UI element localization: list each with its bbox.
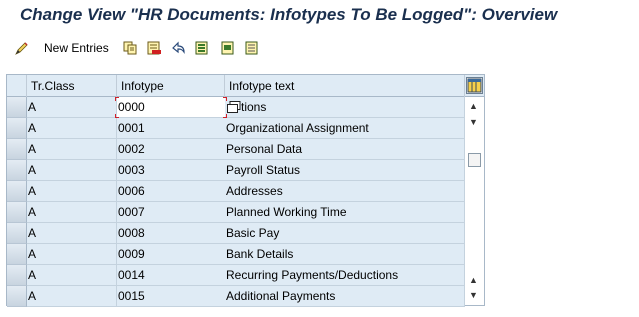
row-selector[interactable] [7,223,27,244]
table-settings-icon [467,78,482,93]
value-help-icon[interactable] [227,101,241,114]
infotype-text-cell: Personal Data [225,139,465,160]
infotype-text-cell: Recurring Payments/Deductions [225,265,465,286]
infotype-input[interactable]: 0000 [117,97,227,118]
tr-class-cell: A [27,160,117,181]
infotype-text-cell: Bank Details [225,244,465,265]
title-bar: Change View "HR Documents: Infotypes To … [0,0,639,34]
tr-class-cell: A [27,97,117,118]
infotype-text-cell: Basic Pay [225,223,465,244]
change-display-icon [14,40,30,56]
tr-class-cell: A [27,202,117,223]
table-row: A 0014 Recurring Payments/Deductions [7,265,465,286]
infotype-text-cell: Addresses [225,181,465,202]
table-row: A 0001 Organizational Assignment [7,118,465,139]
infotype-cell: 0002 [117,139,227,160]
table-row: A 0003 Payroll Status [7,160,465,181]
table-row: A 0002 Personal Data [7,139,465,160]
page-title: Change View "HR Documents: Infotypes To … [20,5,558,24]
tr-class-cell: A [27,139,117,160]
undo-icon [170,40,186,56]
table-row: A 0006 Addresses [7,181,465,202]
table-row: A 0008 Basic Pay [7,223,465,244]
row-selector[interactable] [7,181,27,202]
change-display-button[interactable] [14,38,30,58]
delete-icon [146,40,162,56]
infotype-cell: 0001 [117,118,227,139]
copy-as-button[interactable] [122,38,138,58]
application-toolbar: New Entries [0,34,639,62]
deselect-all-button[interactable] [244,38,260,58]
scroll-page-up-icon[interactable]: ▲ [469,275,478,285]
tr-class-cell: A [27,223,117,244]
row-selector[interactable] [7,265,27,286]
infotype-cell: 0014 [117,265,227,286]
select-all-icon [194,40,210,56]
infotype-text-cell: Additional Payments [225,286,465,307]
infotype-text-cell: Planned Working Time [225,202,465,223]
infotype-text-cell: Organizational Assignment [225,118,465,139]
table-row: A 0007 Planned Working Time [7,202,465,223]
infotype-cell: 0007 [117,202,227,223]
select-block-icon [220,40,236,56]
select-block-button[interactable] [220,38,236,58]
delete-button[interactable] [146,38,162,58]
scroll-page-down-icon[interactable]: ▼ [469,290,478,300]
tr-class-cell: A [27,118,117,139]
undo-change-button[interactable] [170,38,186,58]
table-header: Tr.Class Infotype Infotype text [7,75,484,97]
row-selector[interactable] [7,97,27,118]
table-row: A 0009 Bank Details [7,244,465,265]
row-selector[interactable] [7,202,27,223]
tr-class-cell: A [27,265,117,286]
scroll-down-icon[interactable]: ▼ [469,117,478,127]
row-selector[interactable] [7,139,27,160]
select-all-button[interactable] [194,38,210,58]
column-header-infotype[interactable]: Infotype [117,75,225,97]
copy-icon [122,40,138,56]
tr-class-cell: A [27,181,117,202]
scroll-up-icon[interactable]: ▲ [469,101,478,111]
infotype-cell: 0015 [117,286,227,307]
infotype-cell: 0008 [117,223,227,244]
new-entries-button[interactable]: New Entries [30,38,109,58]
tr-class-cell: A [27,244,117,265]
column-header-tr-class[interactable]: Tr.Class [27,75,117,97]
row-selector[interactable] [7,244,27,265]
column-header-infotype-text[interactable]: Infotype text [225,75,465,97]
table-settings-button[interactable] [466,77,483,94]
select-all-rows-header[interactable] [7,75,27,97]
row-selector[interactable] [7,160,27,181]
infotype-cell: 0003 [117,160,227,181]
row-selector[interactable] [7,286,27,307]
row-selector[interactable] [7,118,27,139]
deselect-all-icon [244,40,260,56]
scrollbar-thumb[interactable] [468,153,481,167]
infotype-cell: 0006 [117,181,227,202]
infotype-cell: 0009 [117,244,227,265]
new-entries-label: New Entries [44,41,109,55]
infotypes-table: Tr.Class Infotype Infotype text A 0000 tio… [6,74,485,307]
infotype-text-cell: Payroll Status [225,160,465,181]
tr-class-cell: A [27,286,117,307]
infotype-text-cell: tions [225,97,465,118]
vertical-scrollbar[interactable]: ▲ ▼ ▲ ▼ [465,97,484,305]
table-row: A 0015 Additional Payments [7,286,465,307]
